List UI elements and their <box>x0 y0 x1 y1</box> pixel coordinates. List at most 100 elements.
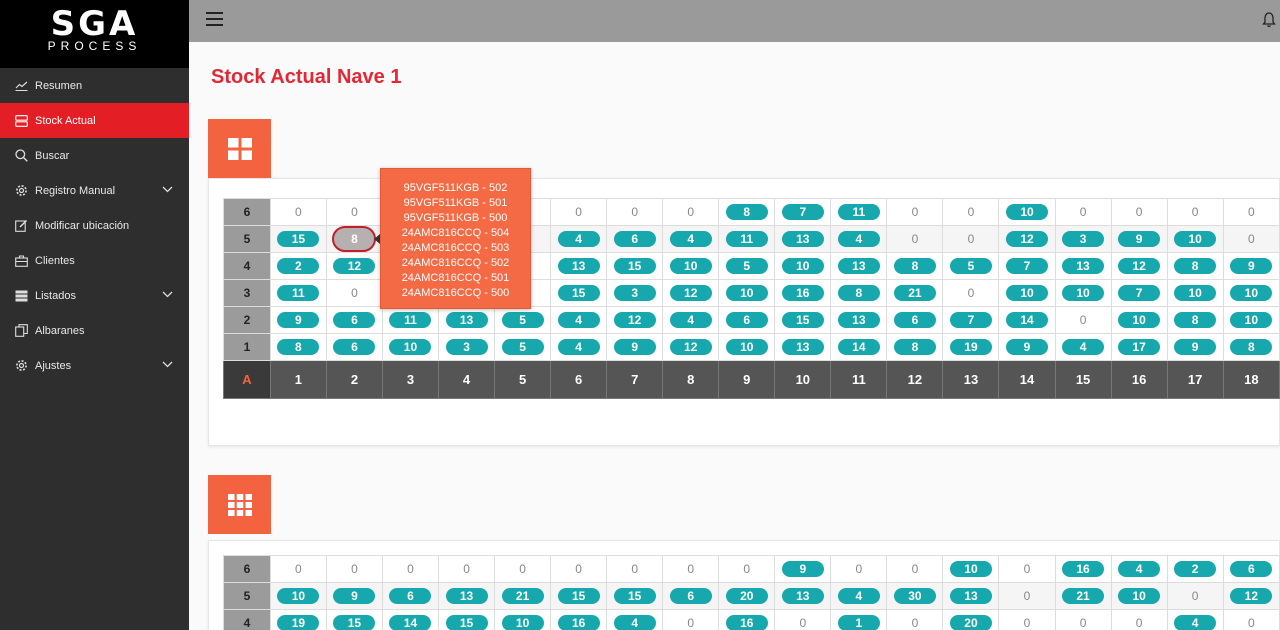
stock-badge[interactable]: 6 <box>389 588 432 604</box>
stock-badge[interactable]: 9 <box>1174 339 1217 355</box>
grid-cell[interactable]: 10 <box>718 333 776 361</box>
grid-cell[interactable]: 1 <box>830 609 888 630</box>
grid-cell[interactable]: 21 <box>494 582 552 610</box>
grid-cell[interactable]: 13 <box>942 582 1000 610</box>
stock-badge[interactable]: 4 <box>837 588 880 604</box>
grid-cell[interactable]: 8 <box>830 279 888 307</box>
grid-cell[interactable]: 15 <box>325 609 383 630</box>
stock-badge[interactable]: 2 <box>1174 561 1217 577</box>
grid-cell[interactable]: 0 <box>662 555 720 583</box>
grid-cell[interactable]: 14 <box>381 609 440 630</box>
grid-cell[interactable]: 15 <box>550 279 608 307</box>
grid-cell[interactable]: 4 <box>662 306 720 334</box>
grid-cell[interactable]: 0 <box>1222 225 1280 253</box>
sidebar-item-clientes[interactable]: Clientes <box>0 243 189 278</box>
grid-cell[interactable]: 4 <box>830 582 888 610</box>
stock-badge[interactable]: 8 <box>893 258 936 274</box>
stock-badge[interactable]: 5 <box>501 339 544 355</box>
grid-cell[interactable]: 9 <box>325 582 383 610</box>
stock-badge[interactable]: 10 <box>1174 231 1217 247</box>
stock-badge[interactable]: 15 <box>613 588 656 604</box>
stock-badge[interactable]: 16 <box>725 615 768 630</box>
grid-cell[interactable]: 0 <box>886 198 944 226</box>
stock-badge[interactable]: 4 <box>669 312 712 328</box>
stock-badge[interactable]: 10 <box>1118 312 1161 328</box>
grid-cell[interactable]: 0 <box>998 582 1056 610</box>
grid-cell[interactable]: 3 <box>1054 225 1112 253</box>
stock-badge[interactable]: 16 <box>781 285 824 301</box>
stock-badge[interactable]: 5 <box>501 312 544 328</box>
grid-cell[interactable]: 14 <box>998 306 1056 334</box>
stock-badge[interactable]: 8 <box>837 285 880 301</box>
stock-badge[interactable]: 13 <box>837 258 880 274</box>
grid-cell[interactable]: 15 <box>550 582 608 610</box>
grid-cell[interactable]: 3 <box>438 333 496 361</box>
grid-cell[interactable]: 9 <box>774 555 832 583</box>
grid-cell[interactable]: 4 <box>606 609 664 630</box>
hamburger-menu-icon[interactable] <box>206 12 223 26</box>
grid-view-icon[interactable] <box>208 119 271 178</box>
chevron-down-icon[interactable] <box>162 289 173 301</box>
grid-cell[interactable]: 0 <box>886 225 944 253</box>
grid-cell[interactable]: 12 <box>998 225 1056 253</box>
stock-badge[interactable]: 12 <box>669 339 712 355</box>
stock-badge[interactable]: 20 <box>949 615 992 630</box>
grid-cell[interactable]: 13 <box>830 306 888 334</box>
grid-cell[interactable]: 13 <box>774 333 832 361</box>
grid-cell[interactable]: 10 <box>662 252 720 280</box>
grid-cell[interactable]: 12 <box>1110 252 1168 280</box>
grid-cell[interactable]: 6 <box>606 225 664 253</box>
grid-cell[interactable]: 9 <box>1166 333 1224 361</box>
grid-cell[interactable]: 2 <box>269 252 327 280</box>
sidebar-item-modificar-ubicacion[interactable]: Modificar ubicación <box>0 208 189 243</box>
grid-cell[interactable]: 0 <box>662 198 720 226</box>
stock-badge[interactable]: 10 <box>1006 285 1048 301</box>
grid-cell[interactable]: 8 <box>269 333 327 361</box>
grid-cell[interactable]: 0 <box>998 609 1056 630</box>
grid-cell[interactable]: 10 <box>1222 279 1280 307</box>
grid-cell[interactable]: 11 <box>269 279 327 307</box>
sidebar-item-ajustes[interactable]: Ajustes <box>0 348 189 383</box>
stock-badge[interactable]: 10 <box>1230 312 1273 328</box>
grid-cell[interactable]: 13 <box>1054 252 1112 280</box>
stock-badge[interactable]: 10 <box>781 258 824 274</box>
stock-badge[interactable]: 13 <box>1062 258 1105 274</box>
grid-cell[interactable]: 10 <box>998 279 1056 307</box>
grid-cell[interactable]: 0 <box>269 198 327 226</box>
stock-badge[interactable]: 6 <box>725 312 768 328</box>
grid-cell[interactable]: 8 <box>1166 306 1224 334</box>
grid-cell[interactable]: 13 <box>774 582 832 610</box>
stock-badge[interactable]: 14 <box>389 615 432 630</box>
grid-cell[interactable]: 0 <box>942 279 1000 307</box>
grid-cell[interactable]: 8 <box>1222 333 1280 361</box>
grid-cell[interactable]: 15 <box>774 306 832 334</box>
stock-badge[interactable]: 13 <box>781 231 824 247</box>
grid-cell[interactable]: 6 <box>381 582 440 610</box>
stock-badge[interactable]: 8 <box>277 339 320 355</box>
grid-cell[interactable]: 21 <box>1054 582 1112 610</box>
grid-cell[interactable]: 0 <box>886 609 944 630</box>
grid-cell[interactable]: 9 <box>1222 252 1280 280</box>
stock-badge[interactable]: 6 <box>1230 561 1273 577</box>
stock-badge[interactable]: 4 <box>557 231 600 247</box>
grid-cell[interactable]: 10 <box>1110 582 1168 610</box>
stock-badge[interactable]: 20 <box>725 588 768 604</box>
stock-badge[interactable]: 8 <box>1174 258 1217 274</box>
grid-cell[interactable]: 0 <box>998 555 1056 583</box>
grid-cell[interactable]: 4 <box>830 225 888 253</box>
stock-badge[interactable]: 12 <box>669 285 712 301</box>
grid-cell[interactable]: 6 <box>662 582 720 610</box>
grid-cell[interactable]: 10 <box>1054 279 1112 307</box>
stock-badge[interactable]: 19 <box>277 615 320 630</box>
grid-cell[interactable]: 14 <box>830 333 888 361</box>
selected-stock-badge[interactable]: 8 <box>332 225 377 252</box>
stock-badge[interactable]: 10 <box>1118 588 1161 604</box>
grid-cell[interactable]: 0 <box>1222 609 1280 630</box>
sidebar-item-listados[interactable]: Listados <box>0 278 189 313</box>
grid-cell[interactable]: 0 <box>1222 198 1280 226</box>
stock-badge[interactable]: 10 <box>1062 285 1105 301</box>
grid-cell[interactable]: 0 <box>1054 306 1112 334</box>
stock-badge[interactable]: 10 <box>389 339 432 355</box>
stock-badge[interactable]: 10 <box>501 615 544 630</box>
grid-cell[interactable]: 30 <box>886 582 944 610</box>
